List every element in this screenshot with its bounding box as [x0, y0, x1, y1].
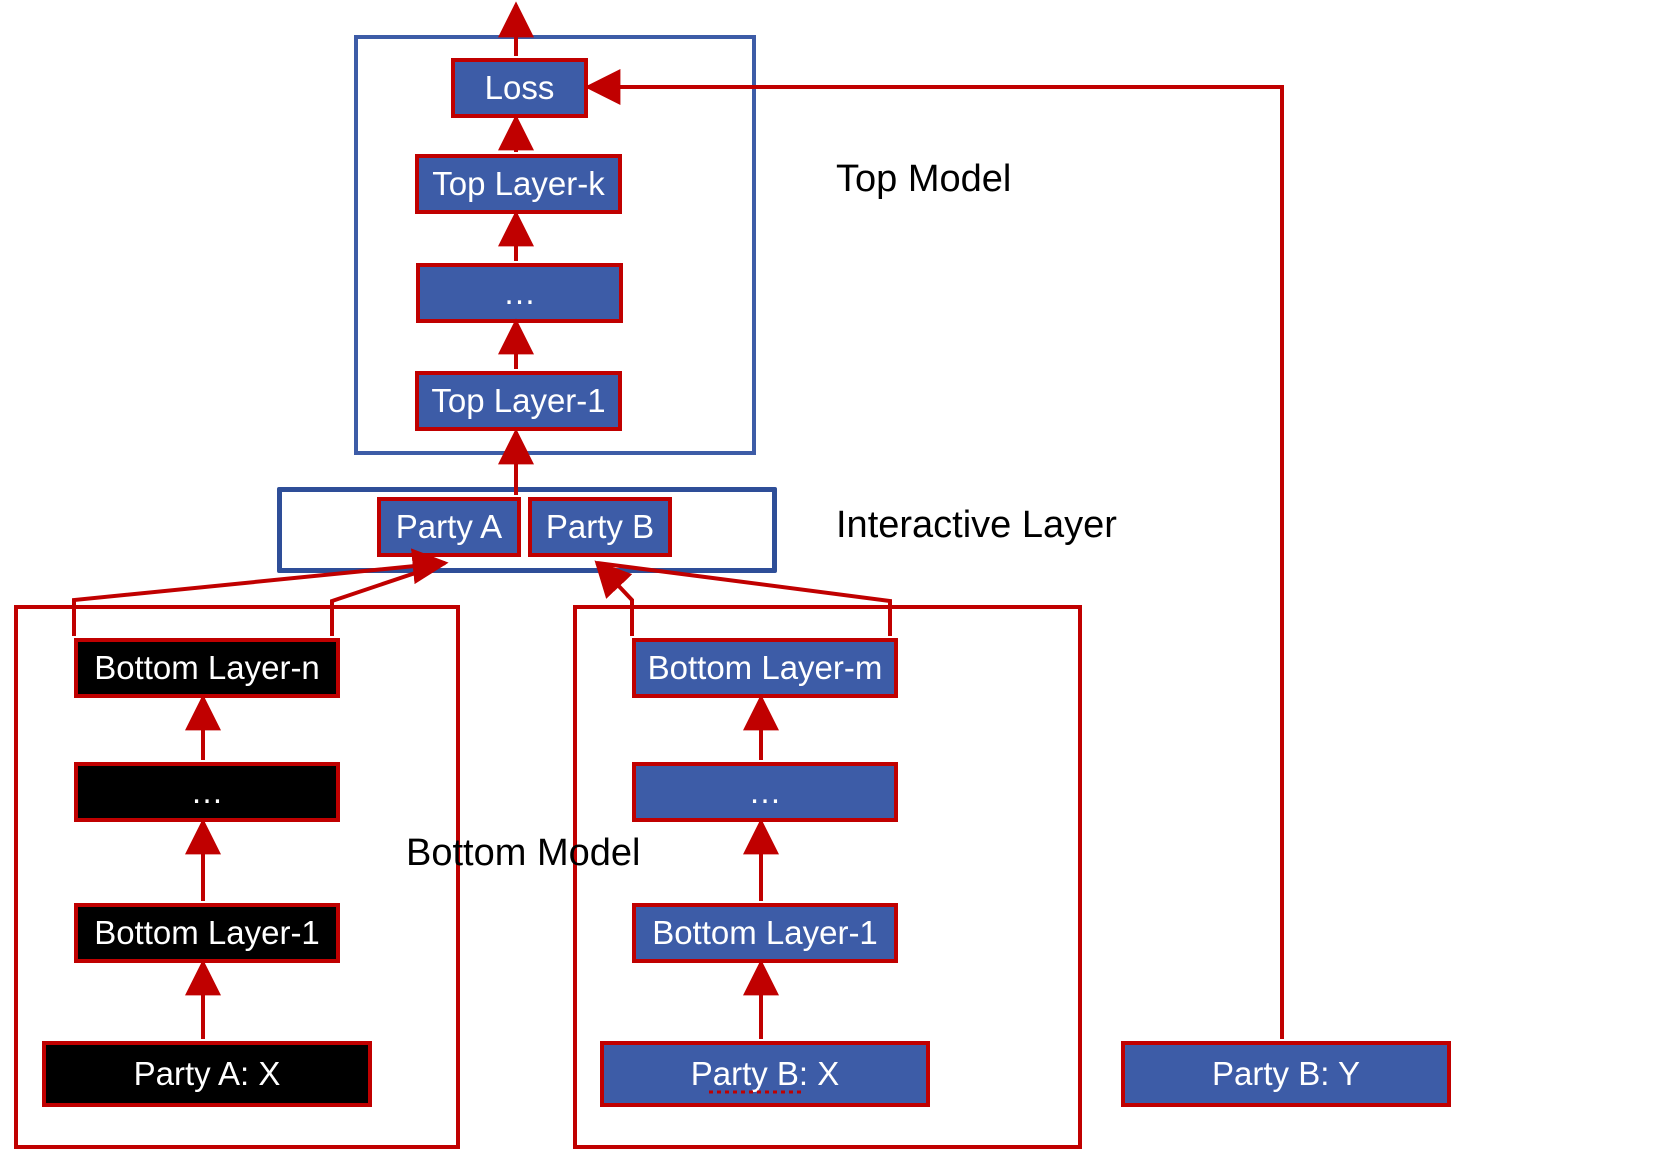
loss-text: Loss	[485, 69, 555, 107]
interactive-layer-label: Interactive Layer	[836, 504, 1117, 547]
bottom-b-ellipsis-text: …	[749, 773, 782, 811]
top-ellipsis-text: …	[503, 274, 536, 312]
bottom-model-label: Bottom Model	[406, 832, 640, 875]
bottom-a-ellipsis-text: …	[191, 773, 224, 811]
party-b-input-text: Party B: X	[691, 1055, 840, 1093]
bottom-b-layer-m-text: Bottom Layer-m	[648, 649, 883, 687]
bottom-b-layer-m: Bottom Layer-m	[632, 638, 898, 698]
party-a-input: Party A: X	[42, 1041, 372, 1107]
bottom-a-layer-1: Bottom Layer-1	[74, 903, 340, 963]
top-layer-k-block: Top Layer-k	[415, 154, 622, 214]
party-b-text: Party B	[546, 508, 654, 546]
diagram-canvas: Loss Top Layer-k … Top Layer-1 Party A P…	[0, 0, 1668, 1168]
bottom-a-layer-n-text: Bottom Layer-n	[94, 649, 320, 687]
bottom-a-layer-n: Bottom Layer-n	[74, 638, 340, 698]
party-a-input-text: Party A: X	[134, 1055, 281, 1093]
bottom-a-layer-1-text: Bottom Layer-1	[94, 914, 320, 952]
bottom-b-layer-1: Bottom Layer-1	[632, 903, 898, 963]
interactive-layer-group	[277, 487, 777, 573]
party-b-slot: Party B	[528, 497, 672, 557]
party-a-slot: Party A	[377, 497, 521, 557]
top-ellipsis-block: …	[416, 263, 623, 323]
party-b-input: Party B: X	[600, 1041, 930, 1107]
loss-block: Loss	[451, 58, 588, 118]
top-layer-1-block: Top Layer-1	[415, 371, 622, 431]
bottom-a-ellipsis: …	[74, 762, 340, 822]
top-model-label: Top Model	[836, 158, 1011, 201]
top-layer-k-text: Top Layer-k	[432, 165, 604, 203]
party-b-labels-text: Party B: Y	[1212, 1055, 1360, 1093]
top-layer-1-text: Top Layer-1	[431, 382, 605, 420]
party-b-labels: Party B: Y	[1121, 1041, 1451, 1107]
bottom-b-ellipsis: …	[632, 762, 898, 822]
party-a-text: Party A	[396, 508, 502, 546]
bottom-b-layer-1-text: Bottom Layer-1	[652, 914, 878, 952]
